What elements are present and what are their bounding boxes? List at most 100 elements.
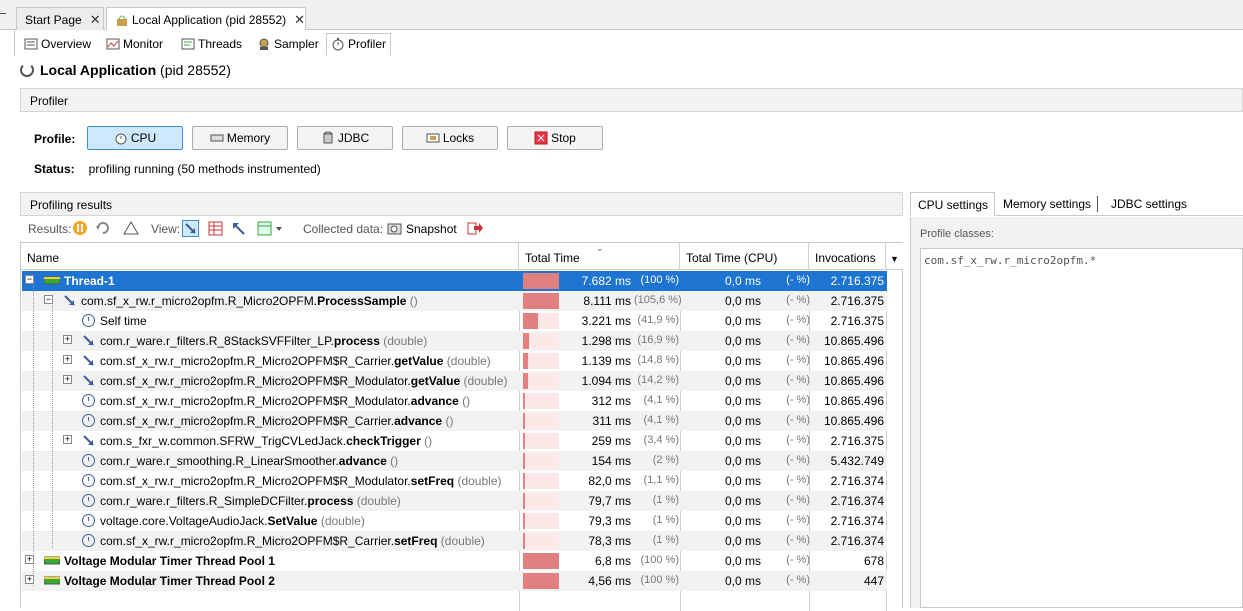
- close-icon[interactable]: ✕: [90, 12, 101, 27]
- memory-button[interactable]: Memory: [192, 126, 288, 150]
- row-method-name: checkTrigger: [346, 434, 421, 448]
- table-row[interactable]: + Voltage Modular Timer Thread Pool 2 4,56…: [22, 571, 887, 591]
- expand-icon[interactable]: +: [63, 335, 72, 344]
- total-time-value: 4,56 ms: [588, 574, 631, 588]
- tab-local-application[interactable]: Local Application (pid 28552) ✕: [106, 7, 306, 31]
- thread-icon: [43, 574, 61, 587]
- profiler-section-title: Profiler: [30, 94, 69, 108]
- table-row[interactable]: com.sf_x_rw.r_micro2opfm.R_Micro2OPFM$R_…: [22, 471, 887, 491]
- method-call-icon: [63, 294, 76, 307]
- stop-button[interactable]: Stop: [507, 126, 603, 150]
- row-name: com.sf_x_rw.r_micro2opfm.R_Micro2OPFM.Pr…: [81, 294, 418, 308]
- hot-spots-view-icon[interactable]: [207, 220, 224, 237]
- table-row[interactable]: com.r_ware.r_filters.R_SimpleDCFilter.pr…: [22, 491, 887, 511]
- close-icon[interactable]: ✕: [294, 12, 305, 27]
- table-row[interactable]: − com.sf_x_rw.r_micro2opfm.R_Micro2OPFM.P…: [22, 291, 887, 311]
- tab-cpu-settings[interactable]: CPU settings: [910, 192, 996, 216]
- column-total-time-cpu-header[interactable]: Total Time (CPU): [680, 243, 809, 270]
- total-time-percent: (100 %): [640, 554, 679, 566]
- tab-sampler[interactable]: Sampler: [252, 33, 324, 55]
- tab-overview[interactable]: Overview: [19, 33, 96, 55]
- total-time-percent: (1 %): [652, 494, 679, 506]
- table-row[interactable]: Self time 3.221 ms (41,9 %) 0,0 ms (- %) 2.71…: [22, 311, 887, 331]
- tab-jdbc-settings[interactable]: JDBC settings: [1104, 192, 1193, 216]
- tab-overview-label: Overview: [41, 37, 92, 51]
- row-name-text: com.sf_x_rw.r_micro2opfm.R_Micro2OPFM$R_…: [100, 374, 411, 388]
- column-total-time-label: Total Time: [525, 251, 580, 265]
- back-traces-view-icon[interactable]: [230, 220, 247, 237]
- table-row-selected[interactable]: − Thread-1 7.682 ms (100 %) 0,0 ms (- %) 2.716…: [22, 271, 887, 291]
- row-signature: (): [458, 394, 471, 408]
- method-call-icon: [82, 434, 95, 447]
- cpu-time-percent: (- %): [786, 534, 810, 546]
- row-name: com.sf_x_rw.r_micro2opfm.R_Micro2OPFM$R_…: [100, 374, 508, 388]
- row-name: com.r_ware.r_smoothing.R_LinearSmoother.…: [100, 454, 398, 468]
- cpu-time-value: 0,0 ms: [724, 474, 761, 488]
- table-row[interactable]: + com.sf_x_rw.r_micro2opfm.R_Micro2OPFM$R…: [22, 371, 887, 391]
- column-invocations-header[interactable]: Invocations: [809, 243, 886, 270]
- view-label: View:: [151, 222, 181, 236]
- row-signature: (): [386, 454, 399, 468]
- table-row[interactable]: + com.s_fxr_w.common.SFRW_TrigCVLedJack.c…: [22, 431, 887, 451]
- memory-button-label: Memory: [226, 131, 271, 145]
- row-signature: (double): [317, 514, 365, 528]
- pause-icon[interactable]: [72, 220, 89, 237]
- column-total-time-header[interactable]: Total Time ⌄: [519, 243, 680, 270]
- invocations-value: 2.716.374: [830, 474, 884, 488]
- locks-icon: [426, 131, 440, 145]
- locks-button[interactable]: Locks: [402, 126, 498, 150]
- total-time-value: 1.298 ms: [581, 334, 631, 348]
- row-name-text: Voltage Modular Timer Thread Pool 2: [64, 574, 275, 588]
- profiler-section-header: Profiler: [20, 88, 1243, 112]
- column-chooser-icon[interactable]: [256, 220, 282, 237]
- row-name-text: Thread-1: [64, 274, 115, 288]
- tab-sampler-label: Sampler: [274, 37, 319, 51]
- table-row[interactable]: com.r_ware.r_smoothing.R_LinearSmoother.…: [22, 451, 887, 471]
- table-row[interactable]: voltage.core.VoltageAudioJack.SetValue (…: [22, 511, 887, 531]
- row-method-name: setFreq: [410, 474, 455, 488]
- cpu-button[interactable]: CPU: [87, 126, 183, 150]
- expand-icon[interactable]: +: [63, 375, 72, 384]
- table-row[interactable]: + com.r_ware.r_filters.R_8StackSVFFilter_…: [22, 331, 887, 351]
- column-invocations-label: Invocations: [815, 251, 876, 265]
- collected-data-label: Collected data:: [303, 222, 384, 236]
- reset-icon[interactable]: [123, 220, 140, 237]
- jdbc-button[interactable]: JDBC: [297, 126, 393, 150]
- profile-classes-textarea[interactable]: com.sf_x_rw.r_micro2opfm.*: [920, 248, 1243, 608]
- tab-threads[interactable]: Threads: [176, 33, 247, 55]
- cpu-time-value: 0,0 ms: [724, 534, 761, 548]
- table-row[interactable]: com.sf_x_rw.r_micro2opfm.R_Micro2OPFM$R_…: [22, 391, 887, 411]
- table-row[interactable]: com.sf_x_rw.r_micro2opfm.R_Micro2OPFM$R_…: [22, 411, 887, 431]
- clock-icon: [82, 414, 95, 427]
- expand-icon[interactable]: +: [63, 355, 72, 364]
- total-time-percent: (4,1 %): [643, 394, 679, 406]
- sort-descending-icon: ⌄: [596, 243, 604, 253]
- export-icon[interactable]: [466, 220, 483, 237]
- table-row[interactable]: + Voltage Modular Timer Thread Pool 1 6,8 …: [22, 551, 887, 571]
- column-name-header[interactable]: Name: [21, 243, 519, 270]
- tab-profiler[interactable]: Profiler: [326, 33, 392, 56]
- expand-icon[interactable]: +: [63, 435, 72, 444]
- profile-classes-value: com.sf_x_rw.r_micro2opfm.*: [924, 254, 1097, 267]
- row-name-text: Voltage Modular Timer Thread Pool 1: [64, 554, 275, 568]
- snapshot-button[interactable]: Snapshot: [406, 222, 457, 236]
- document-tab-bar: Start Page ✕ Local Application (pid 28552…: [0, 0, 1243, 31]
- table-row[interactable]: + com.sf_x_rw.r_micro2opfm.R_Micro2OPFM$R…: [22, 351, 887, 371]
- tab-memory-settings-label: Memory settings: [1003, 197, 1092, 211]
- cpu-time-value: 0,0 ms: [724, 574, 761, 588]
- row-name: com.r_ware.r_filters.R_SimpleDCFilter.pr…: [100, 494, 401, 508]
- database-icon: [321, 131, 335, 145]
- tab-monitor[interactable]: Monitor: [101, 33, 168, 55]
- total-time-value: 259 ms: [591, 434, 631, 448]
- tab-memory-settings[interactable]: Memory settings: [996, 196, 1099, 212]
- refresh-icon[interactable]: [95, 220, 112, 237]
- column-options-header[interactable]: ▼: [886, 243, 903, 270]
- cpu-time-value: 0,0 ms: [724, 334, 761, 348]
- tab-start-page[interactable]: Start Page ✕: [16, 7, 104, 30]
- table-row[interactable]: com.sf_x_rw.r_micro2opfm.R_Micro2OPFM$R_…: [22, 531, 887, 551]
- total-time-percent: (1 %): [652, 514, 679, 526]
- cpu-time-percent: (- %): [786, 574, 810, 586]
- forward-calls-view-icon[interactable]: [182, 220, 199, 237]
- cpu-time-percent: (- %): [786, 354, 810, 366]
- column-total-time-cpu-label: Total Time (CPU): [686, 251, 778, 265]
